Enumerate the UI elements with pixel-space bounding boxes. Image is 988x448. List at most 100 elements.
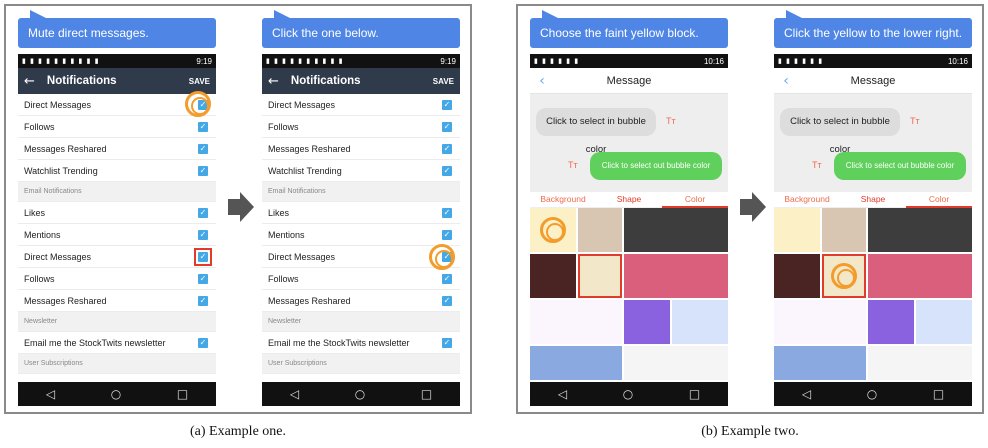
back-chevron-icon[interactable]: ‹ — [774, 73, 798, 89]
color-block[interactable] — [530, 346, 622, 380]
color-block[interactable] — [868, 254, 972, 298]
save-button[interactable]: SAVE — [433, 77, 454, 86]
setting-row[interactable]: Watchlist Trending ✓ — [18, 160, 216, 182]
setting-row[interactable]: Mentions ✓ — [18, 224, 216, 246]
checkbox[interactable]: ✓ — [442, 207, 452, 218]
color-block[interactable] — [624, 300, 670, 344]
tab-color[interactable]: Color — [662, 192, 728, 208]
nav-back-icon[interactable]: ◁ — [46, 387, 55, 401]
nav-recent-icon[interactable]: □ — [933, 387, 944, 401]
nav-recent-icon[interactable]: □ — [177, 387, 188, 401]
checkbox[interactable]: ✓ — [198, 295, 208, 306]
section-header: Newsletter — [18, 312, 216, 332]
checkbox[interactable]: ✓ — [442, 337, 452, 348]
tab-shape[interactable]: Shape — [840, 192, 906, 208]
settings-list: Direct Messages ✓ Follows ✓ Messages Resha… — [262, 94, 460, 374]
section-header: User Subscriptions — [262, 354, 460, 374]
section-header: Email Notifications — [18, 182, 216, 202]
color-block[interactable] — [624, 346, 728, 380]
tab-background[interactable]: Background — [530, 192, 596, 208]
setting-row[interactable]: Messages Reshared ✓ — [262, 138, 460, 160]
in-bubble-preview[interactable]: Click to select in bubble color — [780, 108, 900, 155]
text-size-icon[interactable]: Tт — [666, 116, 676, 126]
step-arrow-icon — [228, 192, 254, 222]
setting-row[interactable]: Direct Messages ✓ — [18, 246, 216, 268]
setting-row[interactable]: Direct Messages ✓ — [262, 94, 460, 116]
checkbox[interactable]: ✓ — [442, 165, 452, 176]
example-two-panel: Choose the faint yellow block. ▮ ▮ ▮ ▮ ▮… — [516, 4, 984, 414]
color-block[interactable] — [868, 346, 972, 380]
click-target-ring — [831, 263, 857, 289]
checkbox[interactable]: ✓ — [198, 121, 208, 132]
color-block[interactable] — [868, 300, 914, 344]
setting-row[interactable]: Likes ✓ — [262, 202, 460, 224]
color-grid — [774, 208, 972, 380]
back-arrow-icon[interactable]: ← — [268, 74, 279, 89]
nav-recent-icon[interactable]: □ — [689, 387, 700, 401]
setting-row[interactable]: Messages Reshared ✓ — [18, 138, 216, 160]
color-block[interactable] — [624, 254, 728, 298]
out-bubble-preview[interactable]: Click to select out bubble color — [834, 152, 966, 180]
checkbox[interactable]: ✓ — [442, 121, 452, 132]
color-block[interactable] — [578, 208, 622, 252]
color-block[interactable] — [774, 346, 866, 380]
nav-home-icon[interactable]: ○ — [623, 387, 633, 401]
setting-row[interactable]: Messages Reshared ✓ — [18, 290, 216, 312]
checkbox[interactable]: ✓ — [442, 99, 452, 110]
back-arrow-icon[interactable]: ← — [24, 74, 35, 89]
checkbox[interactable]: ✓ — [442, 295, 452, 306]
color-block[interactable] — [774, 254, 820, 298]
checkbox[interactable]: ✓ — [198, 165, 208, 176]
setting-row[interactable]: Email me the StockTwits newsletter ✓ — [18, 332, 216, 354]
text-size-icon[interactable]: Tт — [910, 116, 920, 126]
in-bubble-preview[interactable]: Click to select in bubble color — [536, 108, 656, 155]
setting-row[interactable]: Follows ✓ — [262, 116, 460, 138]
text-size-icon[interactable]: Tт — [568, 160, 578, 170]
color-block[interactable] — [868, 208, 972, 252]
checkbox[interactable]: ✓ — [198, 337, 208, 348]
tab-color[interactable]: Color — [906, 192, 972, 208]
setting-row[interactable]: Watchlist Trending ✓ — [262, 160, 460, 182]
setting-row[interactable]: Follows ✓ — [262, 268, 460, 290]
save-button[interactable]: SAVE — [189, 77, 210, 86]
color-block[interactable] — [672, 300, 728, 344]
tab-shape[interactable]: Shape — [596, 192, 662, 208]
nav-recent-icon[interactable]: □ — [421, 387, 432, 401]
setting-row[interactable]: Mentions ✓ — [262, 224, 460, 246]
nav-home-icon[interactable]: ○ — [867, 387, 877, 401]
setting-row[interactable]: Follows ✓ — [18, 116, 216, 138]
setting-row[interactable]: Follows ✓ — [18, 268, 216, 290]
text-size-icon[interactable]: Tт — [812, 160, 822, 170]
checkbox[interactable]: ✓ — [442, 229, 452, 240]
setting-row[interactable]: Likes ✓ — [18, 202, 216, 224]
nav-home-icon[interactable]: ○ — [355, 387, 365, 401]
nav-back-icon[interactable]: ◁ — [558, 387, 567, 401]
out-bubble-preview[interactable]: Click to select out bubble color — [590, 152, 722, 180]
setting-row[interactable]: Email me the StockTwits newsletter ✓ — [262, 332, 460, 354]
checkbox[interactable]: ✓ — [442, 273, 452, 284]
status-bar: ▮ ▮ ▮ ▮ ▮ ▮ 10:16 — [774, 54, 972, 68]
color-block[interactable] — [530, 254, 576, 298]
click-target-ring — [429, 244, 455, 270]
nav-back-icon[interactable]: ◁ — [802, 387, 811, 401]
nav-home-icon[interactable]: ○ — [111, 387, 121, 401]
checkbox[interactable]: ✓ — [442, 143, 452, 154]
color-block[interactable] — [774, 208, 820, 252]
click-target-ring — [185, 91, 211, 117]
color-block[interactable] — [916, 300, 972, 344]
checkbox[interactable]: ✓ — [198, 207, 208, 218]
back-chevron-icon[interactable]: ‹ — [530, 73, 554, 89]
color-block[interactable] — [624, 208, 728, 252]
tab-background[interactable]: Background — [774, 192, 840, 208]
checkbox[interactable]: ✓ — [198, 273, 208, 284]
nav-back-icon[interactable]: ◁ — [290, 387, 299, 401]
phone-screen: ▮ ▮ ▮ ▮ ▮ ▮ 10:16 ‹ Message Click to sel… — [774, 54, 972, 406]
color-block[interactable] — [822, 208, 866, 252]
phone-screen: ▮ ▮ ▮ ▮ ▮ ▮ ▮ ▮ ▮ ▮ 9:19 ← Notifications… — [18, 54, 216, 406]
checkbox[interactable]: ✓ — [198, 143, 208, 154]
color-block[interactable] — [530, 300, 622, 344]
checkbox[interactable]: ✓ — [194, 247, 212, 266]
setting-row[interactable]: Messages Reshared ✓ — [262, 290, 460, 312]
color-block[interactable] — [774, 300, 866, 344]
checkbox[interactable]: ✓ — [198, 229, 208, 240]
